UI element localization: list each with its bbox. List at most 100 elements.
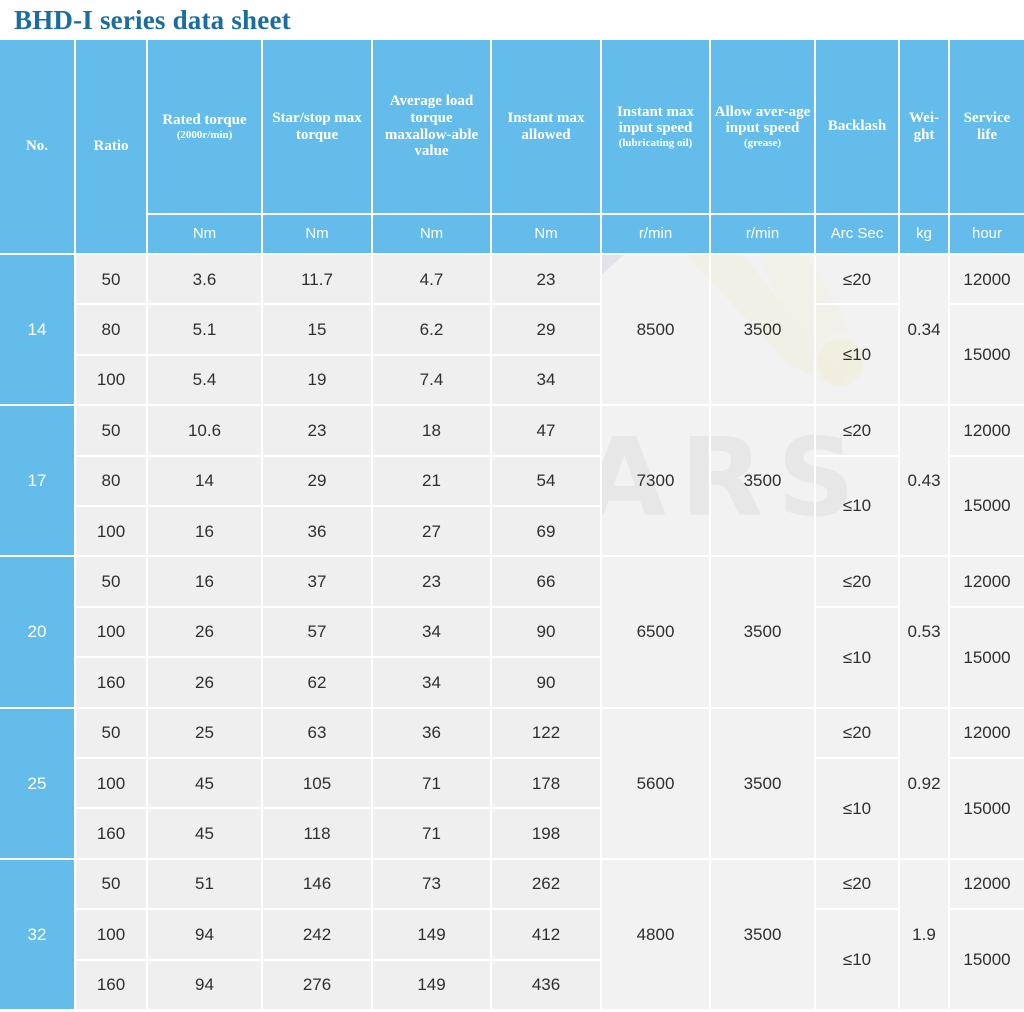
cell-allow-average-input-speed-value: 3500 (743, 320, 782, 340)
unit-instant-max-input-speed: r/min (602, 215, 711, 255)
unit-average-load-torque: Nm (373, 215, 492, 255)
group-no-17-value: 17 (27, 471, 47, 491)
cell-instant-max-allowed-value: 23 (536, 269, 556, 289)
cell-rated-torque: 26 (148, 607, 263, 659)
header-rated-torque: Rated torque (2000r/min) (148, 40, 263, 215)
cell-instant-max-allowed: 198 (492, 809, 602, 860)
header-service-life: Service life (950, 40, 1024, 215)
cell-ratio: 100 (76, 759, 148, 810)
cell-allow-average-input-speed-value: 3500 (743, 471, 782, 491)
cell-start-stop-max-torque: 11.7 (263, 255, 373, 306)
cell-ratio-value: 50 (101, 269, 121, 289)
cell-instant-max-allowed-value: 90 (536, 622, 556, 642)
cell-service-life-bottom-value: 15000 (963, 647, 1011, 667)
cell-allow-average-input-speed-value: 3500 (743, 773, 782, 793)
cell-instant-max-input-speed: 6500 (602, 557, 711, 709)
cell-instant-max-allowed-value: 54 (536, 471, 556, 491)
cell-average-load-torque: 23 (373, 557, 492, 608)
cell-instant-max-allowed-value: 90 (536, 672, 556, 692)
cell-backlash-top: ≤20 (816, 708, 900, 759)
unit-backlash: Arc Sec (816, 215, 900, 255)
cell-allow-average-input-speed-value: 3500 (743, 924, 782, 944)
cell-service-life-bottom-value: 15000 (963, 345, 1011, 365)
cell-ratio: 50 (76, 708, 148, 759)
cell-start-stop-max-torque-value: 242 (302, 924, 332, 944)
cell-average-load-torque-value: 71 (422, 773, 441, 793)
cell-weight-value: 0.43 (907, 471, 941, 491)
cell-rated-torque: 16 (148, 557, 263, 608)
cell-backlash-top-value: ≤20 (842, 874, 872, 894)
cell-ratio-value: 80 (101, 471, 121, 491)
cell-average-load-torque-value: 73 (422, 874, 441, 894)
header-ratio: Ratio (76, 40, 148, 255)
cell-average-load-torque-value: 7.4 (419, 370, 444, 390)
cell-average-load-torque-value: 4.7 (419, 269, 444, 289)
cell-rated-torque: 5.4 (148, 355, 263, 407)
cell-allow-average-input-speed: 3500 (711, 708, 816, 860)
cell-rated-torque: 45 (148, 759, 263, 810)
cell-allow-average-input-speed: 3500 (711, 406, 816, 558)
cell-service-life-bottom: 15000 (950, 305, 1024, 407)
cell-allow-average-input-speed: 3500 (711, 557, 816, 709)
cell-backlash-top: ≤20 (816, 557, 900, 608)
cell-instant-max-allowed: 23 (492, 255, 602, 306)
page-title: BHD-I series data sheet (14, 4, 291, 35)
cell-rated-torque: 10.6 (148, 406, 263, 457)
cell-backlash-top-value: ≤20 (842, 269, 872, 289)
header-no: No. (0, 40, 76, 255)
cell-instant-max-allowed: 178 (492, 759, 602, 810)
data-sheet-page: BHD-I series data sheet No. Ratio Rated … (0, 0, 1024, 1012)
cell-rated-torque: 94 (148, 960, 263, 1011)
cell-backlash-bottom: ≤10 (816, 456, 900, 558)
cell-service-life-bottom: 15000 (950, 456, 1024, 558)
group-no-20-value: 20 (27, 622, 47, 642)
cell-instant-max-input-speed: 7300 (602, 406, 711, 558)
cell-backlash-top-value: ≤20 (842, 723, 872, 743)
cell-instant-max-allowed-value: 29 (536, 320, 556, 340)
unit-allow-average-input-speed: r/min (711, 215, 816, 255)
cell-backlash-top: ≤20 (816, 859, 900, 911)
cell-average-load-torque-value: 149 (417, 975, 446, 995)
cell-backlash-bottom: ≤10 (816, 759, 900, 860)
cell-instant-max-input-speed-value: 7300 (636, 471, 675, 491)
cell-instant-max-allowed: 47 (492, 406, 602, 457)
cell-service-life-top-value: 12000 (963, 269, 1011, 289)
cell-ratio: 100 (76, 507, 148, 558)
cell-service-life-top-value: 12000 (963, 420, 1011, 440)
cell-rated-torque: 16 (148, 507, 263, 558)
cell-average-load-torque: 7.4 (373, 355, 492, 407)
cell-ratio: 100 (76, 607, 148, 659)
cell-instant-max-allowed: 54 (492, 456, 602, 507)
cell-instant-max-allowed: 262 (492, 859, 602, 911)
cell-ratio-value: 50 (101, 723, 121, 743)
cell-start-stop-max-torque: 29 (263, 456, 373, 507)
cell-rated-torque-value: 25 (195, 723, 214, 743)
cell-average-load-torque-value: 6.2 (419, 320, 444, 340)
cell-ratio-value: 80 (101, 320, 121, 340)
cell-allow-average-input-speed-value: 3500 (743, 622, 782, 642)
cell-average-load-torque-value: 21 (422, 471, 441, 491)
cell-backlash-bottom-value: ≤10 (842, 647, 872, 667)
cell-ratio-value: 100 (96, 521, 126, 541)
header-instant-max-input-speed: Instant max input speed (lubricating oil… (602, 40, 711, 215)
cell-rated-torque: 3.6 (148, 255, 263, 306)
cell-rated-torque: 51 (148, 859, 263, 911)
cell-ratio: 50 (76, 406, 148, 457)
cell-service-life-bottom-value: 15000 (963, 496, 1011, 516)
group-no-25-value: 25 (27, 773, 47, 793)
cell-start-stop-max-torque: 37 (263, 557, 373, 608)
cell-rated-torque-value: 16 (195, 572, 214, 592)
cell-instant-max-allowed: 436 (492, 960, 602, 1011)
cell-average-load-torque-value: 27 (422, 521, 441, 541)
cell-start-stop-max-torque-value: 62 (307, 672, 327, 692)
cell-weight-value: 1.9 (912, 924, 936, 944)
cell-instant-max-input-speed: 8500 (602, 255, 711, 407)
cell-average-load-torque: 73 (373, 859, 492, 911)
cell-ratio: 160 (76, 960, 148, 1011)
cell-instant-max-allowed-value: 47 (536, 420, 556, 440)
cell-rated-torque-value: 45 (195, 824, 214, 844)
cell-backlash-top: ≤20 (816, 255, 900, 306)
cell-start-stop-max-torque-value: 105 (302, 773, 332, 793)
header-instant-max-allowed: Instant max allowed (492, 40, 602, 215)
cell-rated-torque-value: 26 (195, 672, 214, 692)
